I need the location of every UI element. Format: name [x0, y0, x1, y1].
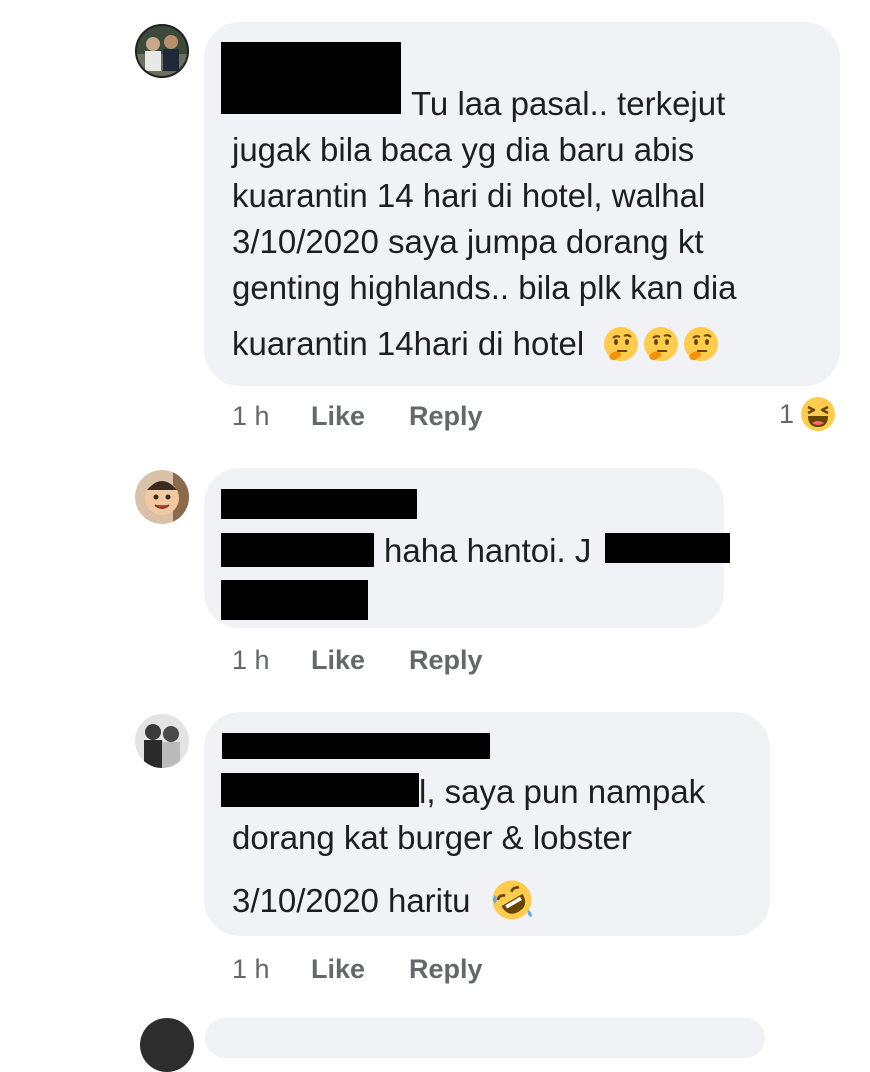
thinking-face-emoji — [683, 326, 719, 362]
reaction-count: 1 — [779, 398, 795, 429]
comment-text-line: l, saya pun nampak — [419, 773, 706, 810]
commenter-avatar[interactable] — [135, 24, 189, 78]
redacted-mention — [221, 580, 368, 620]
comment-text-line-with-emoji: kuarantin 14hari di hotel — [232, 324, 719, 364]
redacted-commenter-name — [221, 489, 417, 519]
comment-text-segment: kuarantin 14hari di hotel — [232, 325, 585, 362]
comment-timestamp: 1 h — [232, 645, 270, 675]
comment-text-line: 3/10/2020 saya jumpa dorang kt — [232, 223, 704, 260]
like-button[interactable]: Like — [311, 644, 365, 676]
avatar-photo-icon — [135, 24, 189, 78]
thinking-face-emoji — [643, 326, 679, 362]
like-button[interactable]: Like — [311, 400, 365, 432]
redacted-mention — [605, 533, 730, 563]
comment-text-line: genting highlands.. bila plk kan dia — [232, 269, 737, 306]
comment-text-line: kuarantin 14 hari di hotel, walhal — [232, 177, 706, 214]
avatar-photo-icon — [135, 470, 189, 524]
redacted-mention — [221, 773, 419, 807]
commenter-avatar[interactable] — [135, 470, 189, 524]
comment-text-line: dorang kat burger & lobster — [232, 819, 632, 856]
avatar-photo-icon — [135, 714, 189, 768]
redacted-commenter-name — [222, 733, 490, 759]
redacted-commenter-name — [221, 42, 401, 114]
haha-reaction-icon — [800, 396, 836, 432]
comment-timestamp: 1 h — [232, 401, 270, 431]
like-button[interactable]: Like — [311, 953, 365, 985]
next-comment-bubble — [205, 1018, 765, 1058]
comment-text-segment: 3/10/2020 haritu — [232, 882, 471, 919]
next-commenter-avatar[interactable] — [140, 1018, 194, 1072]
reply-button[interactable]: Reply — [409, 400, 483, 432]
reaction-summary[interactable]: 1 — [779, 396, 836, 432]
comment-timestamp: 1 h — [232, 954, 270, 984]
thinking-face-emoji — [603, 326, 639, 362]
comment-text-line-with-emoji: 3/10/2020 haritu — [232, 878, 534, 922]
comment-text-line: Tu laa pasal.. terkejut — [411, 85, 726, 122]
comment-text-line: haha hantoi. J — [384, 532, 592, 569]
commenter-avatar[interactable] — [135, 714, 189, 768]
reply-button[interactable]: Reply — [409, 644, 483, 676]
reply-button[interactable]: Reply — [409, 953, 483, 985]
redacted-mention — [221, 533, 374, 567]
rolling-on-floor-laughing-emoji — [490, 878, 534, 922]
comment-text-line: jugak bila baca yg dia baru abis — [232, 131, 695, 168]
